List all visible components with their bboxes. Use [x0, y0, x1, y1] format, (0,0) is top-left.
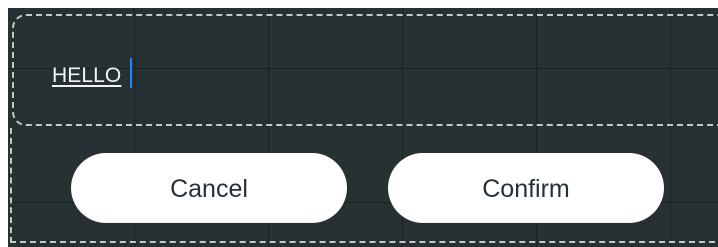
- input-text-value: HELLO: [52, 64, 122, 87]
- confirm-button[interactable]: Confirm: [388, 153, 664, 223]
- cancel-button[interactable]: Cancel: [71, 153, 347, 223]
- text-cursor: [130, 58, 132, 88]
- screen: HELLO Cancel Confirm: [0, 0, 718, 247]
